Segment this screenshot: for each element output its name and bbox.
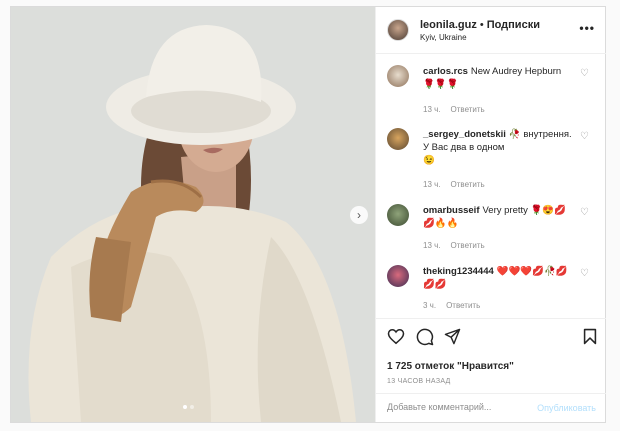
comment-time: 13 ч. [423, 105, 441, 114]
comment-meta: 3 ч. Ответить [423, 301, 490, 310]
comment-text: _sergey_donetskii 🥀 внутрення. У Вас два … [423, 128, 573, 167]
reply-button[interactable]: Ответить [446, 301, 480, 310]
comment-username[interactable]: _sergey_donetskii [423, 129, 506, 140]
reply-button[interactable]: Ответить [451, 241, 485, 250]
comment-username[interactable]: theking1234444 [423, 266, 494, 277]
follow-button[interactable]: Подписки [487, 19, 540, 31]
reply-button[interactable]: Ответить [451, 105, 485, 114]
small-heart-icon[interactable]: ♡ [580, 268, 589, 279]
small-heart-icon[interactable]: ♡ [580, 68, 589, 79]
likes-count[interactable]: 1 725 отметок "Нравится" [387, 361, 514, 372]
post-header: leonila.guz • Подписки Kyiv, Ukraine ••• [376, 7, 606, 54]
post-actions: 1 725 отметок "Нравится" 13 ЧАСОВ НАЗАД … [376, 318, 606, 423]
author-username[interactable]: leonila.guz [420, 19, 477, 31]
photo-illustration [11, 7, 375, 422]
comment-username[interactable]: omarbusseif [423, 205, 480, 216]
instagram-post: › leonila.guz • Подписки Kyiv, Ukraine •••… [10, 6, 606, 423]
comment-username[interactable]: carlos.rcs [423, 66, 468, 77]
commenter-avatar[interactable] [387, 128, 409, 150]
post-time[interactable]: 13 ЧАСОВ НАЗАД [387, 378, 451, 385]
small-heart-icon[interactable]: ♡ [580, 207, 589, 218]
commenter-avatar[interactable] [387, 265, 409, 287]
comment-meta: 13 ч. Ответить [423, 105, 495, 114]
separator-dot: • [479, 19, 484, 31]
comment-meta: 13 ч. Ответить [423, 180, 495, 189]
author-avatar[interactable] [387, 19, 409, 41]
comment-emoji-line: 😉 [423, 155, 435, 166]
add-comment-bar: Опубликовать [376, 393, 606, 423]
more-options-icon[interactable]: ••• [579, 21, 595, 35]
comment-text: carlos.rcs New Audrey Hepburn 🌹🌹🌹 [423, 65, 573, 91]
post-location[interactable]: Kyiv, Ukraine [420, 33, 467, 42]
post-photo[interactable]: › [11, 7, 375, 422]
comment-body: New Audrey Hepburn [470, 66, 562, 77]
comment-time: 13 ч. [423, 241, 441, 250]
comment-body: Very pretty 🌹😍💋 [482, 205, 567, 216]
comment-icon[interactable] [416, 328, 434, 346]
comment-body: ❤️❤️❤️💋🥀💋 [496, 266, 568, 277]
post-sidebar: leonila.guz • Подписки Kyiv, Ukraine ••• c… [375, 7, 606, 422]
chevron-right-icon: › [357, 208, 361, 222]
heart-icon[interactable] [387, 328, 405, 345]
commenter-avatar[interactable] [387, 65, 409, 87]
comment-meta: 13 ч. Ответить [423, 241, 495, 250]
reply-button[interactable]: Ответить [451, 180, 485, 189]
commenter-avatar[interactable] [387, 204, 409, 226]
comment-emoji-line: 💋💋 [423, 279, 447, 290]
author-line: leonila.guz • Подписки [420, 19, 540, 31]
comment-time: 3 ч. [423, 301, 437, 310]
comment-text: omarbusseif Very pretty 🌹😍💋 💋🔥🔥 [423, 204, 573, 230]
comment-emoji-line: 💋🔥🔥 [423, 218, 459, 229]
comment-emoji-line: 🌹🌹🌹 [423, 79, 459, 90]
comment-input[interactable] [387, 402, 527, 412]
share-icon[interactable] [444, 328, 461, 345]
carousel-next-button[interactable]: › [350, 206, 368, 224]
carousel-dot [190, 405, 194, 409]
carousel-dot [183, 405, 187, 409]
carousel-dots [183, 405, 194, 409]
publish-button[interactable]: Опубликовать [537, 403, 596, 413]
comment-text: theking1234444 ❤️❤️❤️💋🥀💋 💋💋 [423, 265, 573, 291]
comment-time: 13 ч. [423, 180, 441, 189]
small-heart-icon[interactable]: ♡ [580, 131, 589, 142]
bookmark-icon[interactable] [583, 328, 597, 345]
comments-list[interactable]: carlos.rcs New Audrey Hepburn 🌹🌹🌹 13 ч. От… [376, 54, 606, 318]
